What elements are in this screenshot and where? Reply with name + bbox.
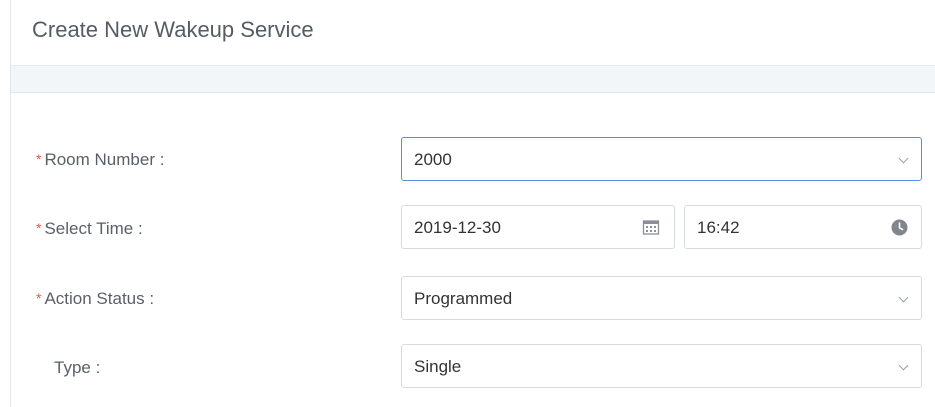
chevron-down-icon: [898, 153, 909, 164]
dialog-header: Create New Wakeup Service: [11, 0, 935, 66]
dialog-title: Create New Wakeup Service: [32, 17, 314, 42]
clock-icon[interactable]: [891, 219, 908, 236]
date-value: 2019-12-30: [414, 218, 501, 237]
room-number-value: 2000: [414, 150, 452, 169]
type-value: Single: [414, 357, 462, 376]
date-picker[interactable]: 2019-12-30: [401, 205, 675, 249]
chevron-down-icon: [898, 292, 909, 303]
required-mark: *: [36, 220, 42, 236]
action-status-value: Programmed: [414, 289, 513, 308]
room-number-label: * Room Number :: [36, 150, 165, 169]
header-divider-band: [11, 66, 935, 93]
room-number-select[interactable]: 2000: [401, 137, 922, 181]
wakeup-service-dialog: Create New Wakeup Service * Room Number :…: [10, 0, 935, 407]
calendar-icon[interactable]: [642, 218, 660, 236]
required-mark: *: [36, 151, 42, 167]
required-mark: *: [36, 290, 42, 306]
action-status-label: * Action Status :: [36, 289, 155, 308]
time-picker[interactable]: 16:42: [684, 205, 922, 249]
type-select[interactable]: Single: [401, 344, 922, 388]
time-value: 16:42: [697, 218, 740, 237]
chevron-down-icon: [898, 360, 909, 371]
type-label: Type :: [54, 358, 101, 377]
select-time-label: * Select Time :: [36, 219, 143, 238]
action-status-select[interactable]: Programmed: [401, 276, 922, 320]
